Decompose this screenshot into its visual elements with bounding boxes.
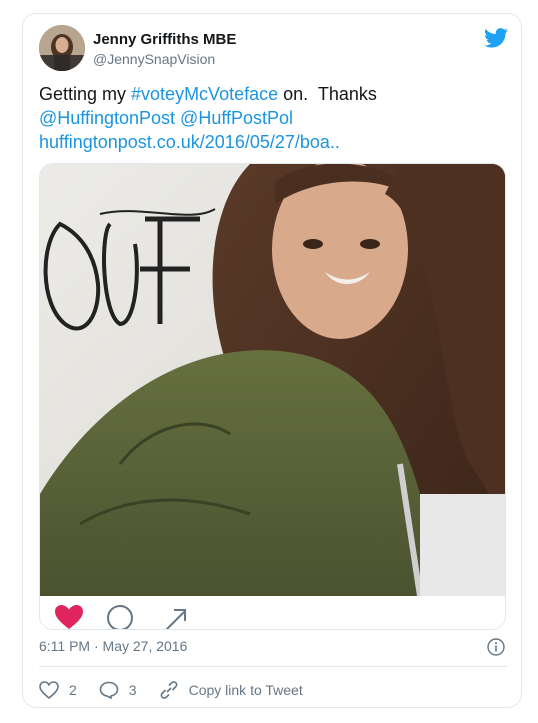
media-actions-bar [40,596,505,630]
reply-button[interactable]: 3 [99,681,137,699]
hashtag-link[interactable]: #voteyMcVoteface [131,84,278,104]
heart-outline-icon [39,681,59,699]
tweet-text-plain: Getting my [39,84,132,104]
avatar[interactable] [39,25,85,71]
reply-count: 3 [128,682,137,698]
like-button[interactable]: 2 [39,681,77,699]
copy-link-button[interactable]: Copy link to Tweet [159,681,303,699]
tweet-text: Getting my #voteyMcVoteface on. Thanks @… [39,82,509,154]
mention-huffingtonpost-link[interactable]: @HuffingtonPost [39,108,175,128]
article-url-link[interactable]: huffingtonpost.co.uk/2016/05/27/boa.. [39,132,340,152]
tweet-text-after: on. Thanks [278,84,377,104]
author-handle[interactable]: @JennySnapVision [93,51,215,67]
author-name[interactable]: Jenny Griffiths MBE [93,31,236,48]
like-count: 2 [69,682,77,698]
selfie-photo[interactable] [40,164,506,596]
tweet-timestamp[interactable]: 6:11 PM · May 27, 2016 [39,638,187,654]
heart-icon[interactable] [54,604,84,630]
info-icon[interactable] [487,638,505,656]
twitter-bird-icon[interactable] [484,28,508,48]
tweet-card: Jenny Griffiths MBE @JennySnapVision Get… [22,13,522,708]
embedded-media[interactable] [39,163,506,630]
share-icon[interactable] [162,604,190,630]
divider [39,666,507,667]
reply-icon[interactable] [106,604,134,630]
copy-link-label: Copy link to Tweet [188,682,303,698]
mention-huffpostpol-link[interactable]: @HuffPostPol [180,108,293,128]
link-icon [160,681,178,699]
reply-bubble-icon [99,681,119,699]
tweet-actions: 2 3 Copy link to Tweet [39,678,325,702]
